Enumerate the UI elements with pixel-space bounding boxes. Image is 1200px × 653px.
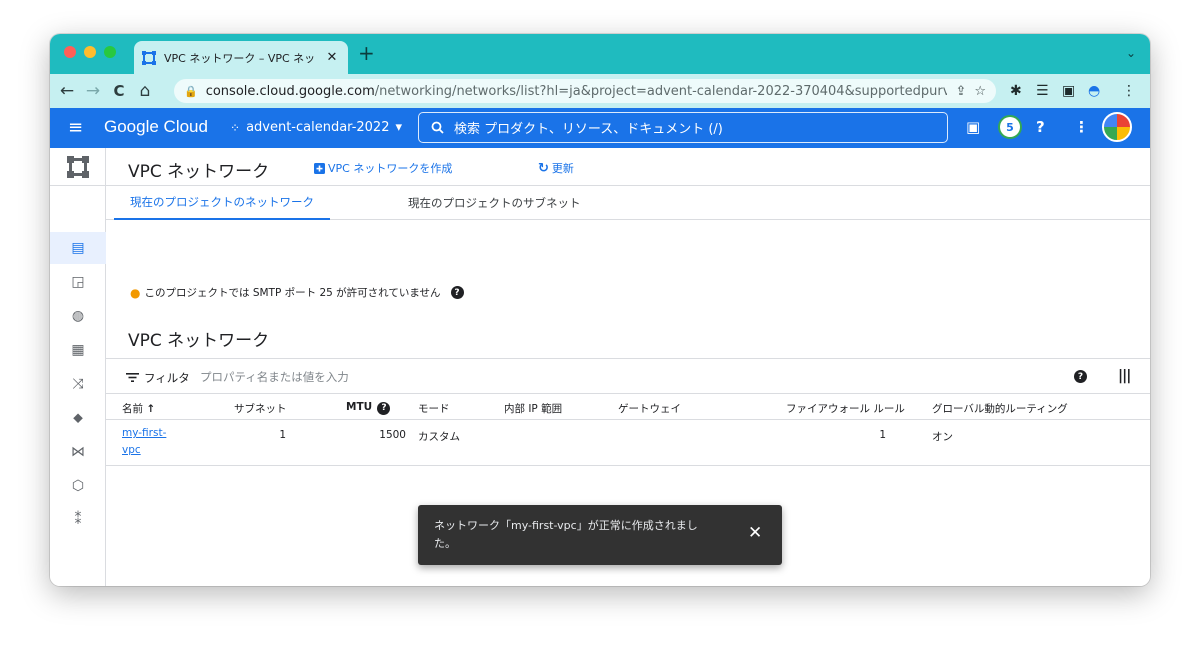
search-input[interactable]: 検索 プロダクト、リソース、ドキュメント (/): [418, 112, 948, 143]
tab-search-icon[interactable]: ⌄: [1126, 46, 1136, 60]
reload-button[interactable]: C: [106, 82, 132, 100]
refresh-button[interactable]: ↻ 更新: [538, 160, 574, 176]
bookmark-star-icon[interactable]: ☆: [974, 84, 986, 99]
more-options-icon[interactable]: ⋮: [1074, 118, 1089, 136]
vpn-icon[interactable]: ⬡: [50, 470, 106, 502]
minimize-window-button[interactable]: [84, 46, 96, 58]
gcp-header: ≡ Google Cloud ⁘ advent-calendar-2022 ▾ …: [50, 108, 1150, 148]
bowtie-icon[interactable]: ⋈: [50, 436, 106, 468]
table-header: 名前 ↑ サブネット MTU ? モード 内部 IP 範囲 ゲートウェイ ファイ…: [106, 394, 1150, 420]
close-window-button[interactable]: [64, 46, 76, 58]
browser-tab[interactable]: VPC ネットワーク – VPC ネット ✕: [134, 41, 348, 74]
mtu-help-icon[interactable]: ?: [377, 401, 391, 415]
help-icon[interactable]: ?: [450, 286, 464, 299]
lightbulb-icon: ●: [130, 285, 141, 300]
back-button[interactable]: ←: [54, 81, 80, 101]
page-title: VPC ネットワーク: [128, 162, 270, 182]
lock-icon: 🔒: [184, 84, 198, 98]
filter-bar: フィルタ ? |||: [106, 358, 1150, 394]
toolbar: ← → C ⌂ 🔒 console.cloud.google.com/netwo…: [50, 74, 1150, 108]
reading-list-icon[interactable]: ☰: [1036, 83, 1049, 99]
url-text[interactable]: console.cloud.google.com/networking/netw…: [206, 84, 948, 99]
cell-firewall-rules: 1: [879, 429, 886, 441]
project-icon: ⁘: [230, 120, 241, 135]
table-help-icon[interactable]: ?: [1074, 370, 1087, 383]
refresh-label: 更新: [551, 162, 574, 175]
new-tab-button[interactable]: +: [358, 43, 375, 63]
sort-arrow-icon: ↑: [146, 403, 156, 415]
notifications-badge[interactable]: 5: [1000, 117, 1020, 137]
google-cloud-logo[interactable]: Google Cloud: [104, 117, 208, 137]
page-tabs: 現在のプロジェクトのネットワーク 現在のプロジェクトのサブネット: [106, 186, 1150, 220]
main-menu-icon[interactable]: ≡: [68, 117, 83, 138]
browser-window: VPC ネットワーク – VPC ネット ✕ + ⌄ ← → C ⌂ 🔒 con…: [50, 34, 1150, 586]
cell-mode: カスタム: [418, 431, 460, 443]
snackbar-message: ネットワーク「my-first-vpc」が正常に作成されました。: [434, 519, 698, 550]
refresh-icon: ↻: [538, 160, 549, 176]
chevron-down-icon: ▾: [395, 120, 402, 135]
network-name-link[interactable]: my-first-vpc: [122, 425, 178, 459]
tab-bar: VPC ネットワーク – VPC ネット ✕ + ⌄: [50, 34, 1150, 74]
column-header-subnets[interactable]: サブネット: [234, 401, 287, 416]
extensions-icon[interactable]: ✱: [1010, 83, 1022, 99]
cell-mtu: 1500: [379, 429, 406, 441]
column-display-icon[interactable]: |||: [1118, 368, 1131, 384]
share-icon[interactable]: ⇪: [955, 84, 966, 99]
tab-close-icon[interactable]: ✕: [324, 50, 340, 65]
cell-global-routing: オン: [932, 431, 953, 443]
peering-icon[interactable]: ⬥: [50, 402, 106, 434]
zoom-window-button[interactable]: [104, 46, 116, 58]
ip-address-icon[interactable]: ◲: [50, 266, 106, 298]
column-header-gateway[interactable]: ゲートウェイ: [618, 401, 681, 416]
project-name: advent-calendar-2022: [246, 120, 390, 135]
page-header: VPC ネットワーク VPC ネットワークを作成 ↻ 更新: [106, 148, 1150, 186]
main-content: VPC ネットワーク VPC ネットワークを作成 ↻ 更新 現在のプロジェクトの…: [106, 148, 1150, 586]
project-selector[interactable]: ⁘ advent-calendar-2022 ▾: [230, 120, 402, 135]
column-header-mtu[interactable]: MTU ?: [346, 401, 391, 415]
vpc-favicon-icon: [142, 50, 156, 65]
cloud-shell-icon[interactable]: ▣: [966, 118, 980, 136]
create-vpc-label: VPC ネットワークを作成: [328, 162, 453, 175]
routes-icon[interactable]: ⤨: [50, 368, 106, 400]
create-vpc-button[interactable]: VPC ネットワークを作成: [314, 160, 452, 176]
globe-network-icon[interactable]: ◍: [50, 300, 106, 332]
forward-button[interactable]: →: [80, 81, 106, 101]
close-icon[interactable]: ✕: [748, 523, 762, 543]
account-avatar[interactable]: [1102, 112, 1132, 142]
column-header-global-routing[interactable]: グローバル動的ルーティング: [932, 401, 1068, 416]
url-path: /networking/networks/list?hl=ja&project=…: [374, 83, 948, 99]
address-bar[interactable]: 🔒 console.cloud.google.com/networking/ne…: [174, 79, 996, 103]
left-nav: ▤ ◲ ◍ ▦ ⤨ ⬥ ⋈ ⬡ ⁑ I>: [50, 148, 106, 586]
browser-menu-icon[interactable]: ⋮: [1122, 83, 1136, 99]
tab-current-project-subnets[interactable]: 現在のプロジェクトのサブネット: [392, 186, 597, 220]
column-header-firewall-rules[interactable]: ファイアウォール ルール: [786, 401, 905, 416]
packet-mirroring-icon[interactable]: ⁑: [50, 504, 106, 536]
search-icon: [431, 121, 444, 134]
filter-label: フィルタ: [144, 371, 190, 385]
filter-icon[interactable]: [126, 371, 139, 384]
column-header-internal-ip[interactable]: 内部 IP 範囲: [504, 401, 562, 416]
vpc-product-icon: [50, 148, 106, 186]
tab-current-project-networks[interactable]: 現在のプロジェクトのネットワーク: [114, 186, 330, 220]
search-placeholder: 検索 プロダクト、リソース、ドキュメント (/): [454, 122, 723, 137]
url-host: console.cloud.google.com: [205, 83, 375, 99]
add-box-icon: [314, 162, 325, 174]
column-header-mode[interactable]: モード: [418, 401, 450, 416]
side-panel-icon[interactable]: ▣: [1062, 83, 1075, 99]
smtp-notice: ● このプロジェクトでは SMTP ポート 25 が許可されていません ?: [130, 285, 464, 300]
expand-nav-icon[interactable]: I>: [50, 582, 106, 586]
table-row: my-first-vpc 1 1500 カスタム 1 オン: [106, 420, 1150, 466]
grid-icon[interactable]: ▦: [50, 334, 106, 366]
cell-subnets: 1: [279, 429, 286, 441]
section-title: VPC ネットワーク: [128, 331, 270, 351]
filter-input[interactable]: [200, 366, 600, 388]
smtp-notice-text: このプロジェクトでは SMTP ポート 25 が許可されていません: [144, 287, 441, 299]
help-icon[interactable]: ?: [1036, 118, 1045, 136]
profile-icon[interactable]: ◓: [1088, 83, 1100, 99]
home-button[interactable]: ⌂: [132, 81, 158, 101]
tab-title: VPC ネットワーク – VPC ネット: [164, 51, 316, 65]
network-list-icon[interactable]: ▤: [50, 232, 106, 264]
snackbar: ネットワーク「my-first-vpc」が正常に作成されました。 ✕: [418, 505, 782, 565]
column-header-name[interactable]: 名前 ↑: [122, 401, 155, 416]
